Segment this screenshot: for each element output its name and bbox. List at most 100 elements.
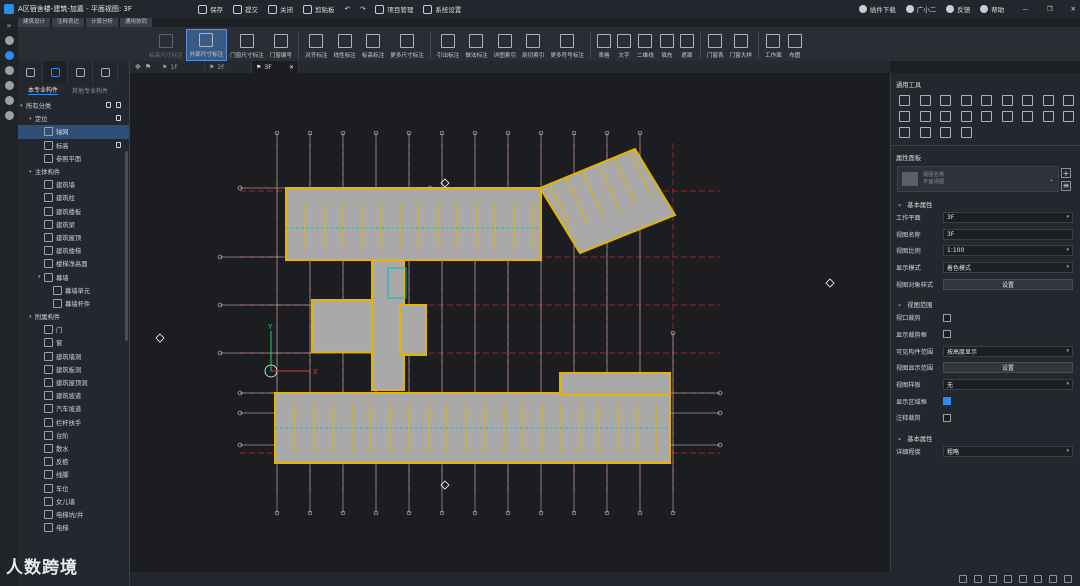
tree-item[interactable]: 台阶 (18, 429, 129, 442)
lock-icon[interactable] (116, 115, 121, 122)
tree-item[interactable]: 电梯 (18, 521, 129, 534)
property-select[interactable]: 着色模式 ▾ (943, 261, 1073, 273)
tool-icon[interactable] (919, 95, 931, 106)
ribbon-button[interactable]: 详图索引 (491, 29, 519, 61)
view-tab[interactable]: ⚑ 3F ✕ (252, 61, 299, 73)
move-icon[interactable]: ✥ (135, 63, 141, 71)
tool-icon[interactable] (940, 95, 951, 106)
tree-item[interactable]: 幕墙单元 (18, 284, 129, 297)
tool-icon[interactable] (940, 111, 951, 122)
property-select[interactable]: 按高度显示 ▾ (943, 345, 1073, 357)
status-icon[interactable] (1019, 575, 1027, 583)
lock-icon[interactable] (106, 102, 111, 108)
minimize-icon[interactable]: — (1022, 5, 1029, 13)
tree-item[interactable]: 门 (18, 323, 129, 336)
ribbon-button[interactable]: 填充 (657, 29, 677, 61)
quick-item[interactable]: 保存 (198, 4, 223, 14)
ribbon-button[interactable]: 更多尺寸标注 (387, 29, 427, 61)
tool-icon[interactable] (899, 127, 910, 138)
list-icon[interactable]: ≡ (1061, 181, 1071, 191)
status-icon[interactable] (959, 575, 967, 583)
tool-icon[interactable] (1063, 95, 1074, 106)
quick-item[interactable]: 系统设置 (423, 4, 461, 14)
ribbon-button[interactable]: 剖切索引 (519, 29, 547, 61)
quick-item[interactable]: 剪贴板 (303, 4, 335, 14)
status-icon[interactable] (1004, 575, 1012, 583)
tool-icon[interactable] (981, 111, 992, 122)
title-right-item[interactable]: 反馈 (946, 4, 970, 14)
tool-icon[interactable] (899, 111, 910, 122)
ribbon-button[interactable]: 二维线 (634, 29, 657, 61)
title-right-item[interactable]: 帮助 (980, 4, 1004, 14)
tree-item[interactable]: ▾ 定位 (18, 112, 129, 125)
tree-item[interactable]: ▾ 附属构件 (18, 310, 129, 323)
ribbon-button[interactable]: 外部尺寸标注 (185, 29, 228, 61)
tool-icon[interactable] (981, 95, 992, 106)
tree-item[interactable]: 轴网 (18, 125, 129, 139)
document-icon[interactable] (4, 81, 14, 90)
ribbon-button[interactable]: 门窗尺寸标注 (227, 29, 267, 61)
undo-icon[interactable]: ↶ (345, 5, 350, 13)
add-icon[interactable]: + (1061, 168, 1071, 178)
view-tab[interactable]: ⚑ 1F (158, 61, 205, 73)
close-icon[interactable]: ✕ (1071, 5, 1076, 13)
property-checkbox[interactable] (943, 330, 951, 339)
tool-icon[interactable] (1042, 95, 1054, 106)
tree-item[interactable]: 幕墙杆件 (18, 297, 129, 310)
property-select[interactable]: 3F ▾ (943, 211, 1073, 223)
ribbon-button[interactable]: 标高标注 (359, 29, 387, 61)
panel-tab-model[interactable] (68, 61, 93, 83)
tool-icon[interactable] (960, 95, 972, 106)
property-checkbox[interactable] (943, 313, 951, 322)
property-group-header[interactable]: ⌄ 基本属性 (891, 192, 1080, 209)
property-button[interactable]: 设置 (943, 362, 1073, 374)
panel-tab-filter[interactable] (43, 61, 68, 83)
database-icon[interactable] (4, 96, 14, 105)
property-group-header[interactable]: ⌄ 基本属性 (891, 426, 1080, 443)
tree-item[interactable]: 线脚 (18, 468, 129, 481)
title-right-item[interactable]: 插件下载 (858, 4, 896, 14)
close-icon[interactable]: ✕ (289, 64, 294, 71)
flag-icon[interactable]: ⚑ (145, 63, 151, 71)
tool-icon[interactable] (960, 111, 972, 122)
status-icon[interactable] (989, 575, 997, 583)
ribbon-button[interactable]: 文字 (614, 29, 634, 61)
tool-icon[interactable] (960, 127, 972, 138)
tree-item[interactable]: 反檐 (18, 455, 129, 468)
drawing-canvas[interactable]: YX (130, 73, 888, 572)
quick-item[interactable]: 提交 (233, 4, 258, 14)
tab-other-discipline[interactable]: 其他专业构件 (72, 86, 108, 95)
property-select[interactable]: 粗略 ▾ (943, 446, 1073, 458)
tree-item[interactable]: 车位 (18, 481, 129, 494)
property-group-header[interactable]: ⌄ 视图范围 (891, 292, 1080, 309)
tree-item[interactable]: ▾ 主体构件 (18, 165, 129, 178)
ribbon-button[interactable]: 工作面 (762, 29, 785, 61)
restore-icon[interactable]: ❐ (1047, 5, 1053, 13)
tree-item[interactable]: 建筑柱 (18, 191, 129, 204)
ribbon-button[interactable]: 门窗大样 (727, 29, 755, 61)
app-tab[interactable]: 计算分析 (86, 18, 119, 27)
property-button[interactable]: 设置 (943, 278, 1073, 290)
tool-icon[interactable] (1022, 95, 1033, 106)
tree-item[interactable]: 楼梯净高面 (18, 257, 129, 270)
tree-item[interactable]: 建筑屋顶 (18, 231, 129, 244)
tree-item[interactable]: 标高 (18, 139, 129, 152)
tree-item[interactable]: 建筑板洞 (18, 363, 129, 376)
tool-icon[interactable] (1063, 111, 1074, 122)
quick-item[interactable]: 项目管理 (375, 4, 413, 14)
status-icon[interactable] (1034, 575, 1042, 583)
tree-item[interactable]: ▾ 幕墙 (18, 270, 129, 283)
panel-tab-shield[interactable] (93, 61, 118, 83)
layers-icon[interactable] (4, 66, 14, 75)
tree-item[interactable]: 建筑梁 (18, 218, 129, 231)
tool-icon[interactable] (919, 111, 931, 122)
ribbon-button[interactable]: 遮罩 (677, 29, 697, 61)
tree-item[interactable]: 建筑楼板 (18, 205, 129, 218)
tool-icon[interactable] (1001, 95, 1013, 106)
eye-icon[interactable] (116, 102, 121, 108)
tree-scrollbar[interactable] (125, 151, 128, 341)
ribbon-button[interactable]: 做法标注 (462, 29, 490, 61)
expand-chevron-icon[interactable]: » (7, 21, 12, 30)
tool-icon[interactable] (1042, 111, 1054, 122)
type-selector[interactable]: 视图名称 平面视图 ⌄ (897, 166, 1059, 192)
